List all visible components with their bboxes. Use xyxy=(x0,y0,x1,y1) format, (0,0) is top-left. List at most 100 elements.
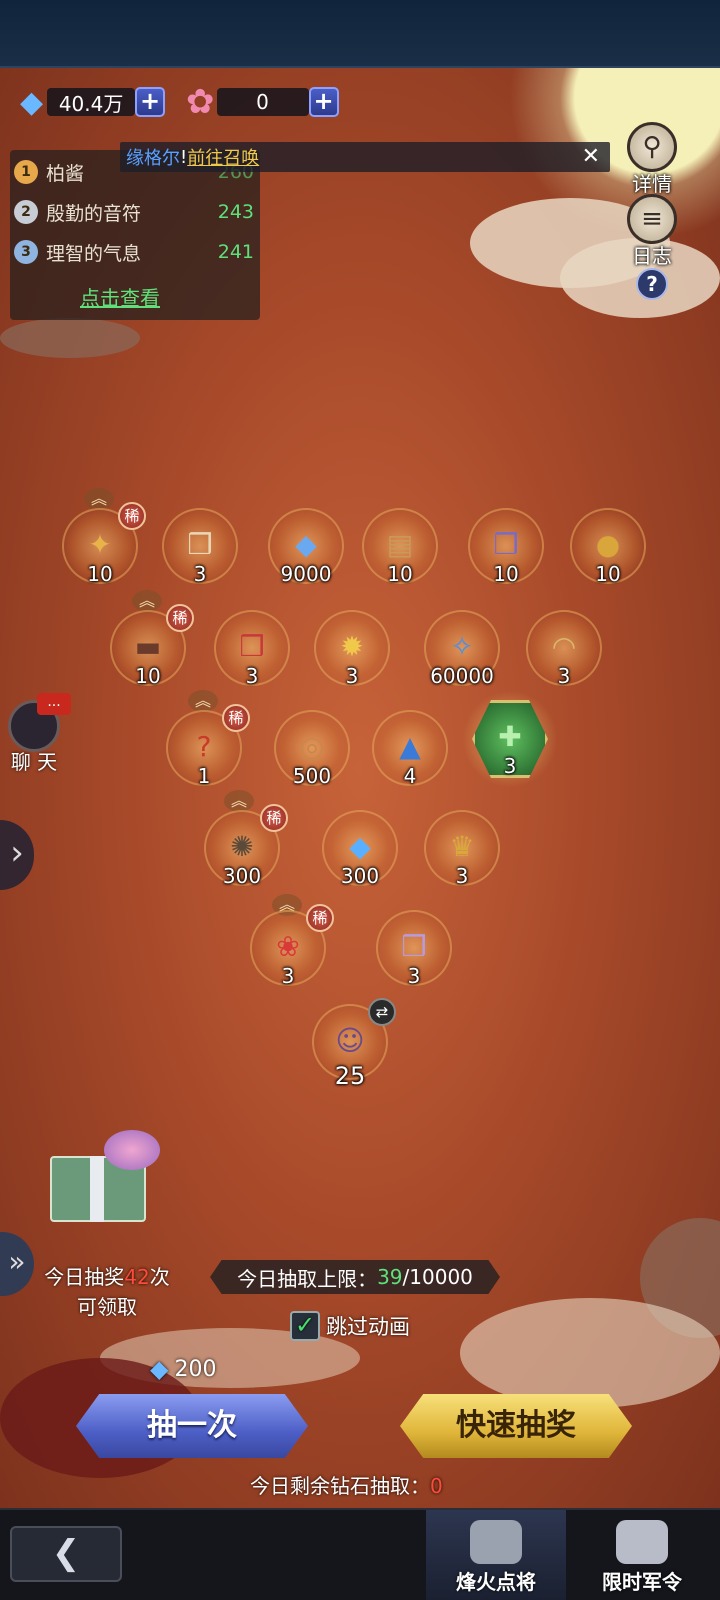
rare-badge: 稀 xyxy=(166,604,194,632)
reward-item[interactable]: ✚ 3 xyxy=(472,700,548,778)
remain-label: 今日剩余钻石抽取： xyxy=(250,1474,430,1498)
swap-icon[interactable]: ⇄ xyxy=(368,998,396,1026)
flower-bouquet-icon xyxy=(104,1130,160,1170)
limit-total: /10000 xyxy=(402,1265,473,1289)
golden-mask-icon: ◠ xyxy=(551,629,577,663)
reward-item[interactable]: ✹ 3 xyxy=(314,610,390,688)
back-button[interactable]: ❮ xyxy=(10,1526,122,1582)
close-icon[interactable]: ✕ xyxy=(582,144,600,169)
limit-label: 今日抽取上限： xyxy=(237,1266,378,1291)
help-button[interactable]: ? xyxy=(636,268,668,300)
flower-amount: 0 xyxy=(216,88,309,116)
reward-quantity: 3 xyxy=(557,664,571,688)
reward-quantity: 300 xyxy=(222,864,262,888)
skip-animation-checkbox[interactable]: ✓ xyxy=(290,1311,320,1341)
add-diamond-button[interactable]: + xyxy=(135,87,166,117)
tab-limited-order[interactable]: 限时军令 xyxy=(572,1510,712,1600)
claim-prefix: 今日抽奖 xyxy=(44,1265,125,1289)
remaining-diamond-draws: 今日剩余钻石抽取：0 xyxy=(250,1470,443,1499)
reward-item[interactable]: ▲ 4 xyxy=(372,710,448,788)
ranking-row: 2 殷勤的音符 243 xyxy=(14,196,254,228)
flower-icon: ✿ xyxy=(186,82,215,122)
red-rose-icon: ❀ xyxy=(276,929,300,963)
draw-cost-amount: 200 xyxy=(174,1356,217,1382)
reward-quantity: 10 xyxy=(595,562,621,586)
marquee-exclamation: ! xyxy=(180,146,188,168)
ranking-score: 241 xyxy=(217,241,254,263)
announcement-marquee: 缘格尔 ! 前往召唤 ✕ xyxy=(120,142,610,172)
reward-item[interactable]: ▬ 10 稀 xyxy=(110,604,194,688)
reward-quantity: 3 xyxy=(503,754,517,778)
tab-label: 烽火点将 xyxy=(456,1570,536,1594)
hero-shard-icon: ☺ xyxy=(335,1023,365,1057)
scroll-bundle-icon: ▤ xyxy=(386,527,414,561)
reward-quantity: 10 xyxy=(493,562,519,586)
upgrade-arrow-icon: ︽ xyxy=(188,690,218,712)
diamond-icon: ◆ xyxy=(349,829,371,863)
upgrade-arrow-icon: ︽ xyxy=(84,488,114,510)
reward-quantity: 10 xyxy=(87,562,113,586)
flower-currency: ✿ 0 + xyxy=(186,82,339,122)
ranking-panel: 1 柏酱 260 2 殷勤的音符 243 3 理智的气息 241 点击查看 xyxy=(10,150,260,320)
reward-item[interactable]: ✦ 10 稀 xyxy=(62,502,146,586)
reward-item[interactable]: ● 10 xyxy=(570,508,646,586)
reward-item[interactable]: ◆ 9000 xyxy=(268,508,344,586)
reward-item[interactable]: ☺ 25 ⇄ xyxy=(312,998,396,1090)
reward-item[interactable]: ▤ 10 xyxy=(362,508,438,586)
reward-item[interactable]: ❒ 3 xyxy=(214,610,290,688)
log-button[interactable]: ≡ 日志 xyxy=(620,194,684,269)
reward-quantity: 300 xyxy=(340,864,380,888)
details-label: 详情 xyxy=(632,172,672,196)
claim-suffix: 次 xyxy=(149,1265,170,1289)
helmet-icon xyxy=(470,1520,522,1564)
rare-badge: 稀 xyxy=(222,704,250,732)
blue-gem-icon: ▲ xyxy=(399,729,421,763)
remain-value: 0 xyxy=(430,1474,443,1498)
daily-limit: 今日抽取上限： 39/10000 xyxy=(210,1260,500,1294)
reward-item[interactable]: ❒ 3 xyxy=(162,508,238,586)
reward-item[interactable]: ✧ 60000 xyxy=(424,610,500,688)
reward-quantity: 9000 xyxy=(280,562,332,586)
fast-draw-button[interactable]: 快速抽奖 xyxy=(400,1394,632,1458)
view-ranking-link[interactable]: 点击查看 xyxy=(80,282,160,311)
top-banner xyxy=(0,0,720,68)
reward-quantity: 3 xyxy=(345,664,359,688)
blue-shards-icon: ✧ xyxy=(450,629,474,663)
ranking-score: 243 xyxy=(217,201,254,223)
diamond-icon: ◆ xyxy=(20,84,44,120)
reward-item[interactable]: ✺ 300 稀 xyxy=(204,804,288,888)
bottom-navigation: ❮ 烽火点将 限时军令 xyxy=(0,1508,720,1600)
draw-once-button[interactable]: 抽一次 xyxy=(76,1394,308,1458)
mystery-box-icon: ? xyxy=(196,729,212,763)
reward-item[interactable]: ❀ 3 稀 xyxy=(250,904,334,988)
golden-shrine-icon: ✦ xyxy=(88,527,112,561)
reward-quantity: 3 xyxy=(281,964,295,988)
reward-item[interactable]: ? 1 稀 xyxy=(166,704,250,788)
chat-button[interactable]: ... 聊 天 xyxy=(4,693,71,775)
upgrade-arrow-icon: ︽ xyxy=(224,790,254,812)
details-button[interactable]: ⚲ 详情 xyxy=(620,122,684,197)
skip-animation-toggle[interactable]: ✓ 跳过动画 xyxy=(290,1310,410,1342)
blue-crystal-icon: ◆ xyxy=(295,527,317,561)
claim-count: 42 xyxy=(124,1265,150,1289)
reward-item[interactable]: ◎ 500 xyxy=(274,710,350,788)
marquee-player-name: 缘格尔 xyxy=(126,148,180,169)
tab-label: 限时军令 xyxy=(602,1570,682,1594)
limit-current: 39 xyxy=(377,1265,403,1289)
reward-item[interactable]: ❒ 10 xyxy=(468,508,544,586)
reward-quantity: 500 xyxy=(292,764,332,788)
go-summon-link[interactable]: 前往召唤 xyxy=(187,144,259,170)
red-gift-icon: ❒ xyxy=(239,629,265,663)
reward-item[interactable]: ♛ 3 xyxy=(424,810,500,888)
tab-beacon-recruit[interactable]: 烽火点将 xyxy=(426,1510,566,1600)
upgrade-arrow-icon: ︽ xyxy=(132,590,162,612)
add-flower-button[interactable]: + xyxy=(308,87,339,117)
reward-quantity: 10 xyxy=(387,562,413,586)
rare-badge: 稀 xyxy=(306,904,334,932)
reward-item[interactable]: ◠ 3 xyxy=(526,610,602,688)
reward-item[interactable]: ◆ 300 xyxy=(322,810,398,888)
reward-item[interactable]: ❒ 3 xyxy=(376,910,452,988)
reward-quantity: 3 xyxy=(455,864,469,888)
purple-gift-icon: ❒ xyxy=(493,527,519,561)
lottery-gift-box[interactable] xyxy=(40,1130,160,1222)
